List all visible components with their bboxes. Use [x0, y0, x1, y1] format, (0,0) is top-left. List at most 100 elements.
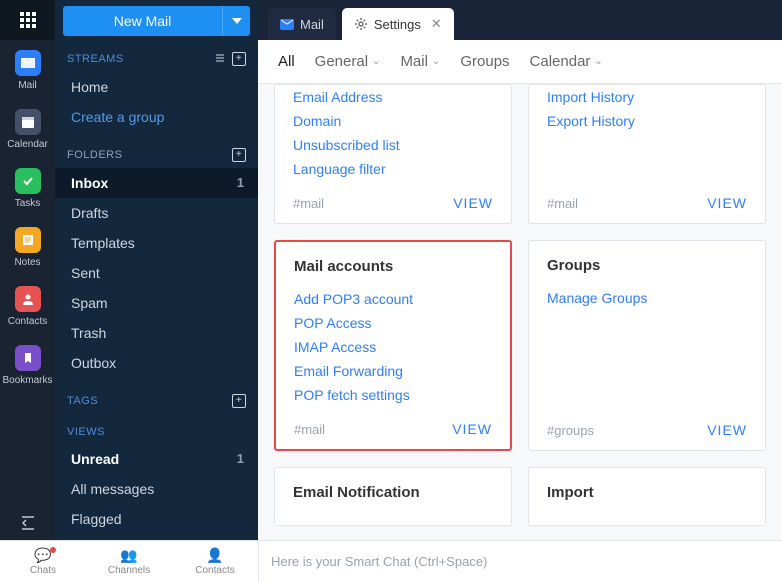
link-export-history[interactable]: Export History	[547, 109, 747, 133]
nav-label: Sent	[71, 265, 100, 281]
apps-grid-icon[interactable]	[0, 0, 55, 40]
sidebar-item-create-group[interactable]: Create a group	[55, 102, 258, 132]
card-history: Import History Export History #mail VIEW	[528, 84, 766, 224]
card-mail-top: Email Address Domain Unsubscribed list L…	[274, 84, 512, 224]
card-tag: #groups	[547, 423, 594, 438]
link-domain[interactable]: Domain	[293, 109, 493, 133]
bottom-channels[interactable]: 👥 Channels	[86, 541, 172, 582]
main-panel: Mail Settings ✕ All General⌄ Mail⌄ Group…	[258, 0, 782, 540]
sidebar-item-trash[interactable]: Trash	[55, 318, 258, 348]
nav-label: Home	[71, 79, 108, 95]
view-link[interactable]: VIEW	[453, 195, 493, 211]
filter-label: Mail	[400, 53, 428, 70]
notes-icon	[15, 227, 41, 253]
card-title: Groups	[547, 257, 747, 274]
sidebar-item-spam[interactable]: Spam	[55, 288, 258, 318]
filter-label: General	[315, 53, 368, 70]
rail-tasks[interactable]: Tasks	[0, 158, 55, 217]
sidebar-item-home[interactable]: Home	[55, 72, 258, 102]
card-tag: #mail	[293, 196, 324, 211]
nav-label: Trash	[71, 325, 106, 341]
link-unsubscribed[interactable]: Unsubscribed list	[293, 133, 493, 157]
rail-mail[interactable]: Mail	[0, 40, 55, 99]
nav-label: Inbox	[71, 175, 108, 191]
chevron-down-icon: ⌄	[594, 56, 602, 67]
streams-header[interactable]: STREAMS +	[55, 46, 258, 72]
folders-header[interactable]: FOLDERS +	[55, 142, 258, 168]
rail-label-tasks: Tasks	[15, 198, 41, 209]
tags-add-icon[interactable]: +	[232, 394, 246, 408]
card-mail-accounts: Mail accounts Add POP3 account POP Acces…	[274, 240, 512, 451]
view-link[interactable]: VIEW	[707, 195, 747, 211]
filter-bar: All General⌄ Mail⌄ Groups Calendar⌄	[258, 40, 782, 84]
sidebar-item-flagged[interactable]: Flagged	[55, 504, 258, 534]
smart-chat-placeholder: Here is your Smart Chat (Ctrl+Space)	[271, 554, 487, 569]
link-import-history[interactable]: Import History	[547, 85, 747, 109]
card-tag: #mail	[547, 196, 578, 211]
filter-general[interactable]: General⌄	[315, 53, 381, 70]
tags-header[interactable]: TAGS +	[55, 388, 258, 414]
unread-count: 1	[237, 451, 244, 467]
bb-label: Channels	[108, 565, 150, 576]
rail-notes[interactable]: Notes	[0, 217, 55, 276]
nav-label: Flagged	[71, 511, 122, 527]
filter-groups[interactable]: Groups	[460, 53, 509, 70]
folders-add-icon[interactable]: +	[232, 148, 246, 162]
filter-calendar[interactable]: Calendar⌄	[530, 53, 603, 70]
card-email-notification: Email Notification	[274, 467, 512, 526]
filter-all[interactable]: All	[278, 53, 295, 70]
tasks-icon	[15, 168, 41, 194]
bottom-chats[interactable]: 💬 Chats	[0, 541, 86, 582]
bookmarks-icon	[15, 345, 41, 371]
link-language-filter[interactable]: Language filter	[293, 157, 493, 181]
folders-label: FOLDERS	[67, 149, 122, 161]
view-link[interactable]: VIEW	[452, 421, 492, 437]
link-imap-access[interactable]: IMAP Access	[294, 335, 492, 359]
sidebar-item-inbox[interactable]: Inbox 1	[55, 168, 258, 198]
view-link[interactable]: VIEW	[707, 422, 747, 438]
notification-dot	[50, 547, 56, 553]
views-header[interactable]: VIEWS	[55, 420, 258, 444]
new-mail-caret[interactable]	[222, 6, 250, 36]
tab-label: Settings	[374, 17, 421, 32]
views-label: VIEWS	[67, 426, 105, 438]
rail-calendar[interactable]: Calendar	[0, 99, 55, 158]
nav-label: Unread	[71, 451, 119, 467]
sidebar-item-sent[interactable]: Sent	[55, 258, 258, 288]
smart-chat-input[interactable]: Here is your Smart Chat (Ctrl+Space)	[258, 541, 782, 582]
bb-label: Chats	[30, 565, 56, 576]
link-pop-access[interactable]: POP Access	[294, 311, 492, 335]
link-email-address[interactable]: Email Address	[293, 85, 493, 109]
sidebar-item-unread[interactable]: Unread 1	[55, 444, 258, 474]
streams-settings-icon[interactable]	[214, 52, 226, 66]
rail-bookmarks[interactable]: Bookmarks	[0, 335, 55, 394]
sidebar-item-allmessages[interactable]: All messages	[55, 474, 258, 504]
card-title: Email Notification	[293, 484, 493, 501]
sidebar-item-templates[interactable]: Templates	[55, 228, 258, 258]
link-pop-fetch[interactable]: POP fetch settings	[294, 383, 492, 407]
sidebar-item-outbox[interactable]: Outbox	[55, 348, 258, 378]
bb-label: Contacts	[195, 565, 234, 576]
streams-add-icon[interactable]: +	[232, 52, 246, 66]
bottom-contacts[interactable]: 👤 Contacts	[172, 541, 258, 582]
sidebar: New Mail STREAMS + Home Create a group F…	[55, 0, 258, 540]
link-add-pop3[interactable]: Add POP3 account	[294, 287, 492, 311]
inbox-count: 1	[237, 175, 244, 191]
rail-collapse-icon[interactable]	[0, 516, 55, 540]
sidebar-item-drafts[interactable]: Drafts	[55, 198, 258, 228]
tab-mail[interactable]: Mail	[268, 8, 336, 40]
card-title: Import	[547, 484, 747, 501]
close-tab-icon[interactable]: ✕	[427, 16, 442, 32]
new-mail-button[interactable]: New Mail	[63, 6, 222, 36]
link-manage-groups[interactable]: Manage Groups	[547, 286, 747, 310]
tab-settings[interactable]: Settings ✕	[342, 8, 454, 40]
nav-label: Create a group	[71, 109, 164, 125]
bottom-bar: 💬 Chats 👥 Channels 👤 Contacts Here is yo…	[0, 540, 782, 582]
rail-contacts[interactable]: Contacts	[0, 276, 55, 335]
nav-label: Outbox	[71, 355, 116, 371]
link-email-forwarding[interactable]: Email Forwarding	[294, 359, 492, 383]
filter-mail[interactable]: Mail⌄	[400, 53, 440, 70]
calendar-icon	[15, 109, 41, 135]
rail-label-notes: Notes	[14, 257, 40, 268]
nav-label: Drafts	[71, 205, 108, 221]
